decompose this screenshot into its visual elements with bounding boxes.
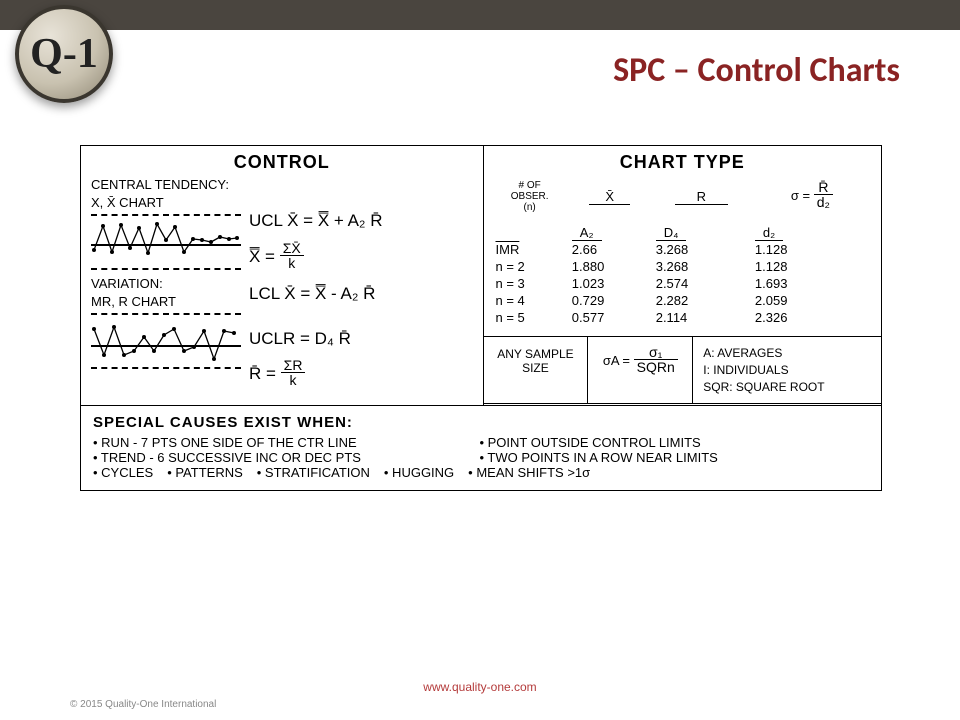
cause-item: • STRATIFICATION (257, 465, 370, 480)
logo-text: Q-1 (30, 30, 98, 78)
table-row: n = 50.5772.1142.326 (492, 309, 874, 326)
table-row: n = 21.8803.2681.128 (492, 258, 874, 275)
table-row: IMR2.663.2681.128 (492, 241, 874, 258)
formula-lclx: LCL X̄ = X̿ - A₂ R̄ (249, 280, 473, 307)
control-panel: CONTROL CENTRAL TENDENCY: X, X̄ CHART VA… (81, 146, 483, 405)
chart-type-heading: CHART TYPE (492, 152, 874, 173)
cause-item: • RUN - 7 PTS ONE SIDE OF THE CTR LINE (93, 435, 465, 450)
special-causes-panel: SPECIAL CAUSES EXIST WHEN: • RUN - 7 PTS… (81, 406, 881, 490)
slide-content: CONTROL CENTRAL TENDENCY: X, X̄ CHART VA… (80, 145, 882, 491)
cause-item: • PATTERNS (167, 465, 243, 480)
chart-type-panel: CHART TYPE # OF OBSER. (n) X̄ R σ = R̄d₂ (483, 146, 882, 405)
cause-item: • POINT OUTSIDE CONTROL LIMITS (479, 435, 700, 450)
formula-rbar: R̄ = ΣRk (249, 360, 473, 389)
ucl-dashed-line (91, 214, 241, 216)
cause-item: • MEAN SHIFTS >1σ (468, 465, 590, 480)
footer-url: www.quality-one.com (0, 680, 960, 694)
cause-item: • HUGGING (384, 465, 454, 480)
table-row: n = 31.0232.5741.693 (492, 275, 874, 292)
lcl-dashed-line (91, 268, 241, 270)
chart-type-header-row: # OF OBSER. (n) X̄ R σ = R̄d₂ (492, 179, 874, 214)
cause-item: • TWO POINTS IN A ROW NEAR LIMITS (479, 450, 717, 465)
r-lcl-dashed (91, 367, 241, 369)
table-header: A₂ D₄ d₂ (492, 224, 874, 241)
cause-item: • CYCLES (93, 465, 153, 480)
page-title: SPC – Control Charts (613, 50, 900, 91)
sigma-a-formula: σA = σ₁SQRn (588, 337, 693, 403)
top-bar (0, 0, 960, 30)
r-ucl-dashed (91, 313, 241, 315)
cause-item: • TREND - 6 SUCCESSIVE INC OR DEC PTS (93, 450, 465, 465)
table-row: n = 40.7292.2822.059 (492, 292, 874, 309)
r-chart-sketch (91, 319, 473, 363)
constants-table: A₂ D₄ d₂ IMR2.663.2681.128 n = 21.8803.2… (492, 224, 874, 326)
central-tendency-label: CENTRAL TENDENCY: (91, 177, 473, 193)
any-sample-size-label: ANY SAMPLE SIZE (484, 337, 589, 403)
legend-block: A: AVERAGES I: INDIVIDUALS SQR: SQUARE R… (693, 337, 881, 403)
special-causes-heading: SPECIAL CAUSES EXIST WHEN: (93, 414, 869, 431)
q1-logo: Q-1 (15, 5, 113, 103)
control-heading: CONTROL (91, 152, 473, 173)
copyright-text: © 2015 Quality-One International (70, 699, 216, 710)
